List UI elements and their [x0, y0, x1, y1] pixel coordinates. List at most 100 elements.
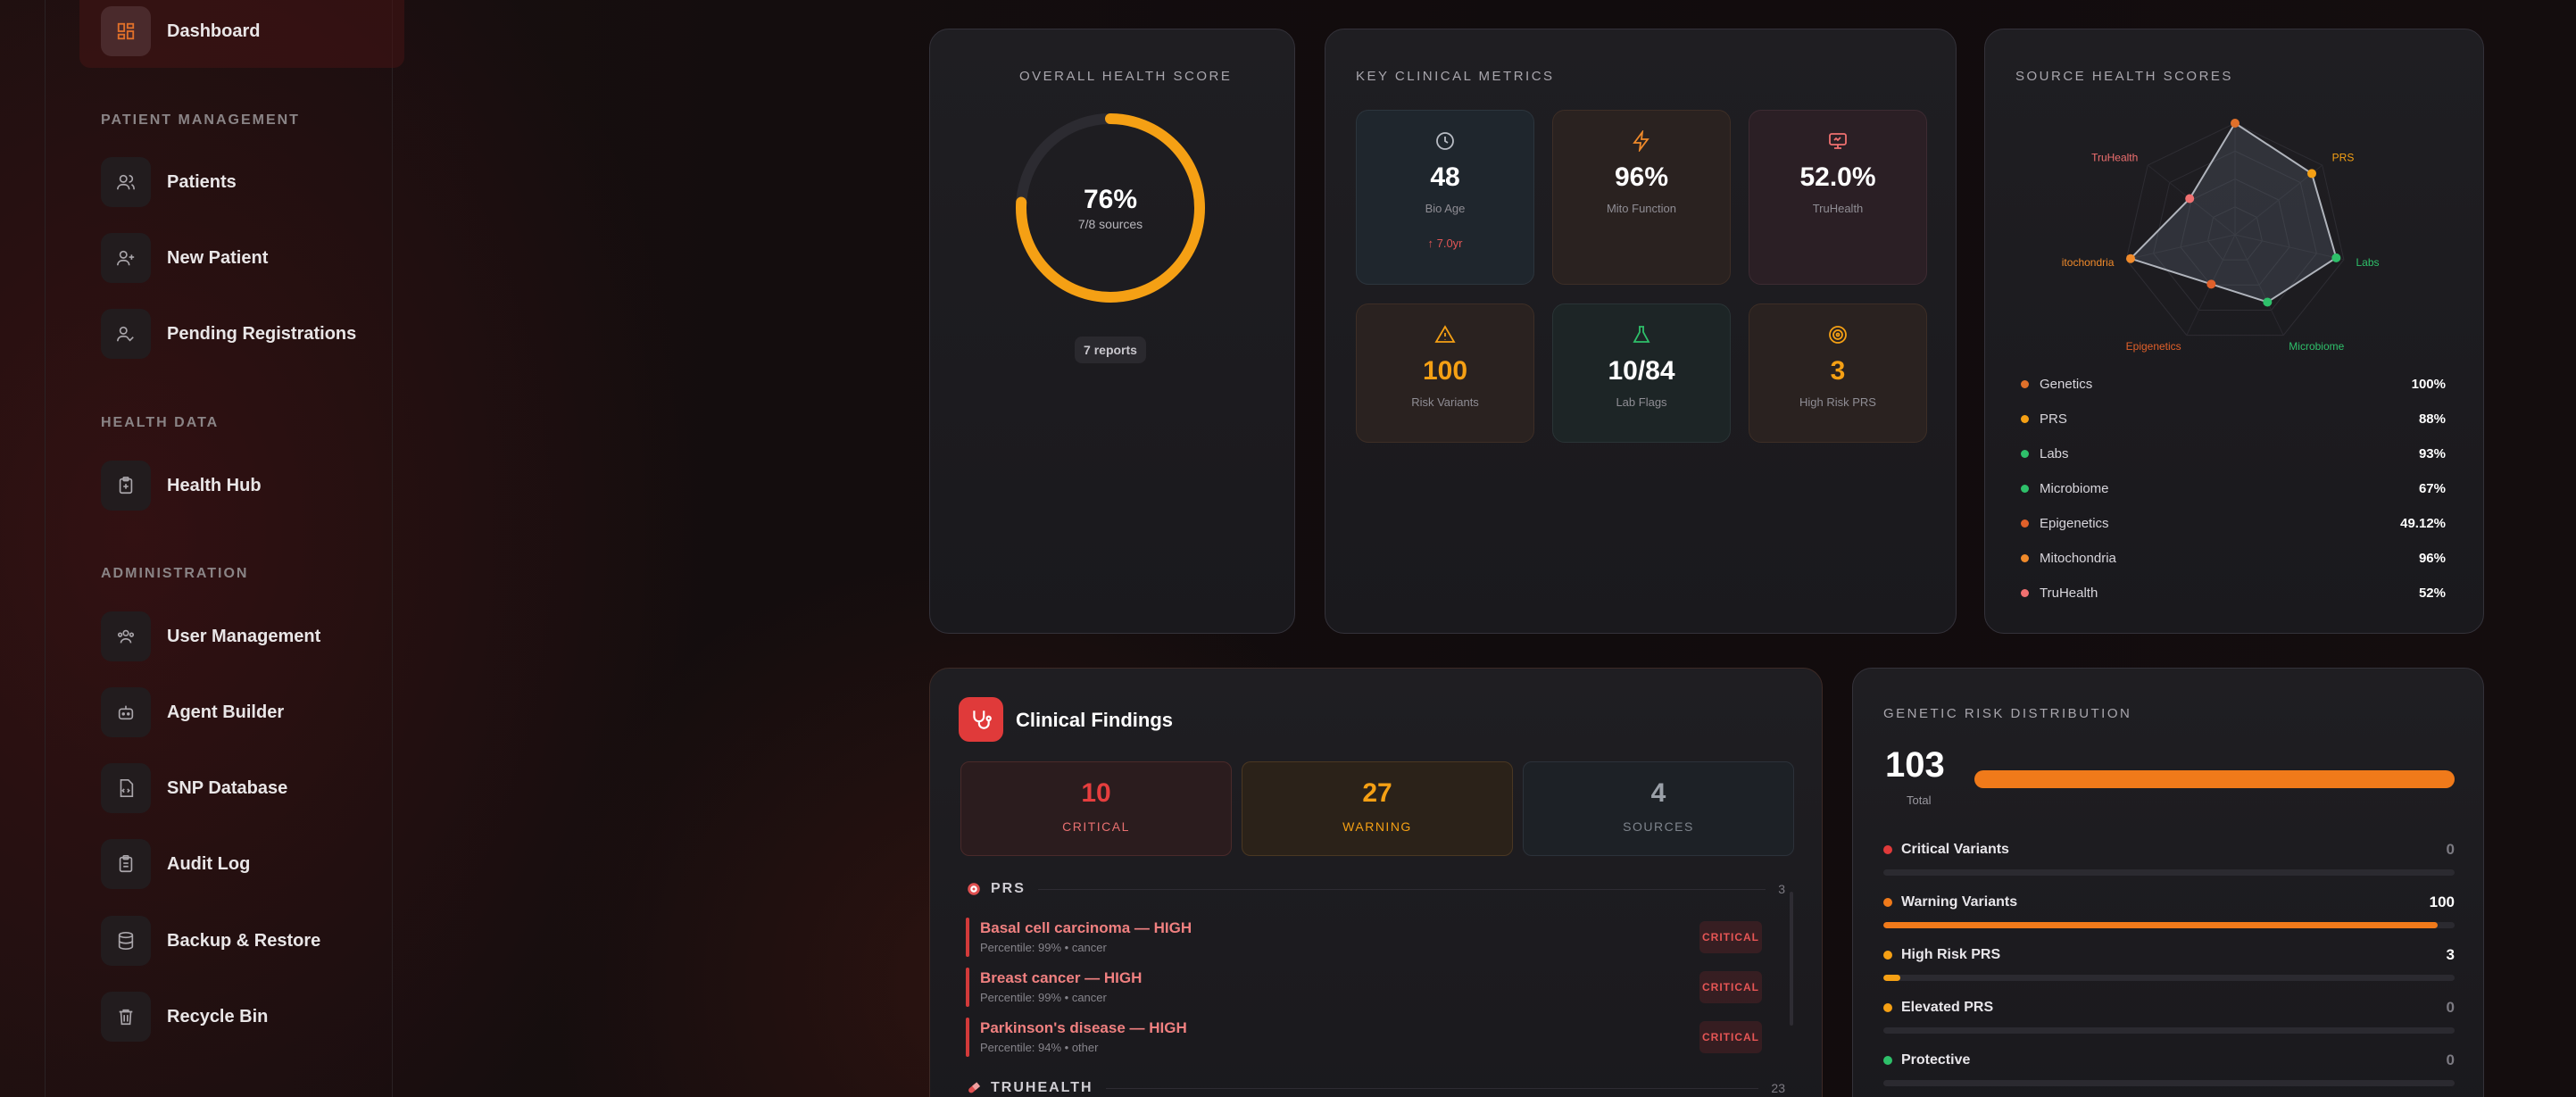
- source-health-scores-card: SOURCE HEALTH SCORES Genetics PRS Labs Micr…: [1984, 29, 2484, 634]
- category-count: 3: [1778, 882, 1785, 896]
- source-score-row-microbiome[interactable]: Microbiome 67%: [2021, 479, 2446, 497]
- source-value: 52%: [2418, 585, 2446, 601]
- clipboard-plus-icon: [101, 461, 151, 511]
- trash-icon: [101, 992, 151, 1042]
- metric-tile-lab-flags[interactable]: 10/84 Lab Flags: [1552, 303, 1731, 443]
- overall-health-score-card: OVERALL HEALTH SCORE 76% 7/8 sources 7 r…: [929, 29, 1295, 634]
- reports-count-badge[interactable]: 7 reports: [1075, 337, 1146, 363]
- sidebar-item-patients[interactable]: Patients: [101, 157, 237, 207]
- card-title: Clinical Findings: [1016, 709, 1174, 731]
- radar-point-prs[interactable]: [2307, 169, 2317, 179]
- source-value: 67%: [2418, 480, 2446, 496]
- sidebar-item-label: Dashboard: [167, 21, 261, 41]
- metric-tile-high-risk-prs[interactable]: 3 High Risk PRS: [1749, 303, 1927, 443]
- health-score-value: 76%: [1083, 185, 1138, 214]
- bot-icon: [101, 687, 151, 737]
- radar-label: TruHealth: [2091, 151, 2138, 163]
- risk-value: 3: [2446, 946, 2455, 963]
- source-health-radar-chart: GeneticsPRSLabsMicrobiomeEpigeneticsitoc…: [2062, 119, 2380, 353]
- finding-item[interactable]: Parkinson's disease — HIGH Percentile: 9…: [966, 1018, 1778, 1057]
- finding-detail: Percentile: 94% • other: [980, 1041, 1099, 1054]
- source-value: 49.12%: [2400, 515, 2446, 531]
- sidebar-item-agent-builder[interactable]: Agent Builder: [101, 687, 284, 737]
- user-check-icon: [101, 309, 151, 359]
- sidebar-item-new-patient[interactable]: New Patient: [101, 233, 268, 283]
- radar-point-truhealth[interactable]: [2185, 194, 2195, 204]
- radar-label: Labs: [2356, 256, 2380, 269]
- sidebar-item-dashboard[interactable]: Dashboard: [101, 6, 260, 56]
- database-icon: [101, 916, 151, 966]
- card-title: GENETIC RISK DISTRIBUTION: [1883, 706, 2132, 721]
- metric-value: 100: [1422, 356, 1468, 386]
- sidebar-item-label: Backup & Restore: [167, 930, 321, 951]
- metric-tile-truhealth[interactable]: 52.0% TruHealth: [1749, 110, 1927, 285]
- sidebar-item-audit-log[interactable]: Audit Log: [101, 839, 250, 889]
- category-name: PRS: [991, 881, 1026, 896]
- risk-row-warning-variants[interactable]: Warning Variants 100: [1883, 893, 2455, 928]
- radar-label: Epigenetics: [2126, 340, 2181, 353]
- radar-point-genetics[interactable]: [2231, 119, 2239, 128]
- radar-label: PRS: [2332, 151, 2355, 163]
- metric-value: 3: [1830, 356, 1846, 386]
- stat-value: 10: [1081, 778, 1111, 808]
- card-title: OVERALL HEALTH SCORE: [1019, 69, 1233, 84]
- risk-row-high-risk-prs[interactable]: High Risk PRS 3: [1883, 946, 2455, 981]
- risk-name: Protective: [1901, 1052, 1971, 1068]
- critical-count-box[interactable]: 10 CRITICAL: [960, 761, 1232, 856]
- status-dot: [2021, 414, 2029, 423]
- source-score-row-mitochondria[interactable]: Mitochondria 96%: [2021, 549, 2446, 567]
- section-title-patient-management: PATIENT MANAGEMENT: [101, 112, 300, 128]
- radar-point-microbiome[interactable]: [2263, 297, 2273, 307]
- risk-name: Critical Variants: [1901, 842, 2009, 857]
- metric-tile-mito-function[interactable]: 96% Mito Function: [1552, 110, 1731, 285]
- sidebar-item-recycle-bin[interactable]: Recycle Bin: [101, 992, 268, 1042]
- source-name: Genetics: [2040, 376, 2093, 392]
- risk-row-elevated-prs[interactable]: Elevated PRS 0: [1883, 999, 2455, 1034]
- source-score-row-truhealth[interactable]: TruHealth 52%: [2021, 584, 2446, 602]
- total-label: Total: [1907, 794, 1932, 807]
- metric-value: 48: [1430, 162, 1460, 192]
- sidebar-item-user-management[interactable]: User Management: [101, 611, 320, 661]
- health-score-donut: 76% 7/8 sources: [1010, 108, 1210, 308]
- sidebar-item-health-hub[interactable]: Health Hub: [101, 461, 262, 511]
- source-score-row-genetics[interactable]: Genetics 100%: [2021, 375, 2446, 393]
- sidebar-item-pending-registrations[interactable]: Pending Registrations: [101, 309, 356, 359]
- source-score-row-labs[interactable]: Labs 93%: [2021, 445, 2446, 462]
- radar-point-epigenetics[interactable]: [2206, 279, 2216, 289]
- source-score-row-prs[interactable]: PRS 88%: [2021, 410, 2446, 428]
- bolt-icon: [1633, 130, 1649, 152]
- sidebar: Dashboard PATIENT MANAGEMENT Patients Ne…: [45, 0, 404, 1097]
- radar-point-mitochondria[interactable]: [2126, 253, 2136, 263]
- source-score-row-epigenetics[interactable]: Epigenetics 49.12%: [2021, 514, 2446, 532]
- risk-value: 0: [2446, 841, 2455, 858]
- risk-row-protective[interactable]: Protective 0: [1883, 1051, 2455, 1086]
- metric-tile-risk-variants[interactable]: 100 Risk Variants: [1356, 303, 1534, 443]
- clock-icon: [1436, 132, 1454, 150]
- finding-title: Parkinson's disease — HIGH: [980, 1019, 1187, 1036]
- metric-label: Mito Function: [1606, 202, 1677, 215]
- status-dot: [2021, 379, 2029, 388]
- radar-label: itochondria: [2062, 256, 2115, 269]
- finding-detail: Percentile: 99% • cancer: [980, 941, 1107, 954]
- finding-item[interactable]: Breast cancer — HIGH Percentile: 99% • c…: [966, 968, 1778, 1007]
- source-name: Mitochondria: [2040, 550, 2116, 566]
- radar-point-labs[interactable]: [2331, 253, 2341, 262]
- sidebar-item-label: Pending Registrations: [167, 323, 357, 344]
- findings-scrollbar[interactable]: [1790, 892, 1793, 1026]
- genetic-risk-distribution-card: GENETIC RISK DISTRIBUTION 103 Total Crit…: [1852, 668, 2484, 1097]
- sidebar-item-label: New Patient: [167, 247, 269, 268]
- category-header-truhealth[interactable]: TRUHEALTH 23: [966, 1080, 1785, 1096]
- sources-count-box[interactable]: 4 SOURCES: [1523, 761, 1794, 856]
- warning-count-box[interactable]: 27 WARNING: [1242, 761, 1513, 856]
- target-icon: [968, 883, 980, 895]
- sidebar-item-snp-database[interactable]: SNP Database: [101, 763, 287, 813]
- finding-item[interactable]: Basal cell carcinoma — HIGH Percentile: …: [966, 918, 1778, 957]
- metric-tile-bio-age[interactable]: 48 Bio Age ↑ 7.0yr: [1356, 110, 1534, 285]
- risk-value: 0: [2446, 999, 2455, 1016]
- sidebar-item-backup-restore[interactable]: Backup & Restore: [101, 916, 320, 966]
- sidebar-item-label: Patients: [167, 171, 237, 192]
- risk-name: Elevated PRS: [1901, 1000, 1994, 1015]
- risk-row-critical-variants[interactable]: Critical Variants 0: [1883, 841, 2455, 876]
- category-header-prs[interactable]: PRS 3: [966, 881, 1785, 897]
- source-name: Microbiome: [2040, 480, 2109, 496]
